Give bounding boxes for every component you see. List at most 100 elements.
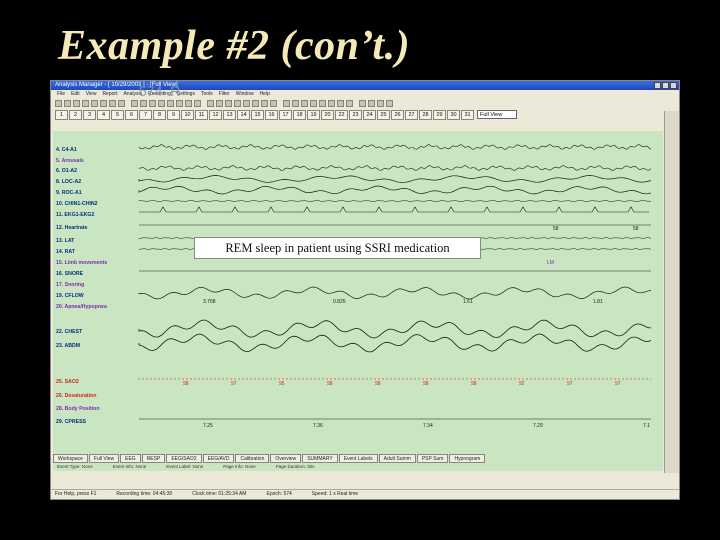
epoch-button-22[interactable]: 22 xyxy=(335,109,348,120)
epoch-button-12[interactable]: 12 xyxy=(209,109,222,120)
toolbar-icon[interactable] xyxy=(185,99,192,107)
epoch-button-10[interactable]: 10 xyxy=(181,109,194,120)
tab-calibration[interactable]: Calibration xyxy=(235,454,270,463)
toolbar-icon[interactable] xyxy=(270,99,277,107)
menu-item-report[interactable]: Report xyxy=(102,90,117,98)
epoch-button-25[interactable]: 25 xyxy=(377,109,390,120)
view-select[interactable]: Full View xyxy=(477,110,517,119)
toolbar-icon[interactable] xyxy=(176,99,183,107)
toolbar-icon[interactable] xyxy=(55,99,62,107)
epoch-button-4[interactable]: 4 xyxy=(97,109,110,120)
toolbar-icon[interactable] xyxy=(377,99,384,107)
tab-eeg-sao2[interactable]: EEG/SAO2 xyxy=(166,454,202,463)
epoch-button-20[interactable]: 20 xyxy=(321,109,334,120)
epoch-button-30[interactable]: 30 xyxy=(447,109,460,120)
epoch-button-2[interactable]: 2 xyxy=(69,109,82,120)
toolbar-icon[interactable] xyxy=(301,99,308,107)
tab-summary[interactable]: SUMMARY xyxy=(302,454,338,463)
toolbar-icon[interactable] xyxy=(216,99,223,107)
toolbar-icon[interactable] xyxy=(386,99,393,107)
epoch-button-5[interactable]: 5 xyxy=(111,109,124,120)
toolbar-icon[interactable] xyxy=(292,99,299,107)
menu-item-view[interactable]: View xyxy=(86,90,97,98)
toolbar-icon[interactable] xyxy=(131,99,138,107)
epoch-button-29[interactable]: 29 xyxy=(433,109,446,120)
eeg-trace xyxy=(138,144,651,150)
toolbar-icon[interactable] xyxy=(319,99,326,107)
epoch-button-14[interactable]: 14 xyxy=(237,109,250,120)
menu-item-window[interactable]: Window xyxy=(236,90,254,98)
epoch-button-24[interactable]: 24 xyxy=(363,109,376,120)
toolbar-icon[interactable] xyxy=(234,99,241,107)
toolbar-icon[interactable] xyxy=(261,99,268,107)
epoch-button-31[interactable]: 31 xyxy=(461,109,474,120)
toolbar-icon[interactable] xyxy=(194,99,201,107)
toolbar-icon[interactable] xyxy=(310,99,317,107)
toolbar-icon[interactable] xyxy=(243,99,250,107)
toolbar-icon[interactable] xyxy=(337,99,344,107)
menu-item-file[interactable]: File xyxy=(57,90,65,98)
tab-eeg[interactable]: EEG xyxy=(120,454,141,463)
epoch-button-9[interactable]: 9 xyxy=(167,109,180,120)
toolbar-icon[interactable] xyxy=(127,100,129,107)
tab-eeg-avd[interactable]: EEG/AVD xyxy=(202,454,235,463)
tab-full-view[interactable]: Full View xyxy=(88,454,120,463)
toolbar-icon[interactable] xyxy=(158,99,165,107)
toolbar-icon[interactable] xyxy=(355,100,357,107)
toolbar-icon[interactable] xyxy=(73,99,80,107)
toolbar-icon[interactable] xyxy=(207,99,214,107)
toolbar-icon[interactable] xyxy=(167,99,174,107)
tab-overview[interactable]: Overview xyxy=(270,454,302,463)
toolbar-icon[interactable] xyxy=(64,99,71,107)
minimize-icon[interactable] xyxy=(654,82,661,89)
sao2-dot xyxy=(146,378,148,380)
toolbar-icon[interactable] xyxy=(283,99,290,107)
toolbar-icon[interactable] xyxy=(149,99,156,107)
sao2-dot xyxy=(282,378,284,380)
toolbar-icon[interactable] xyxy=(91,99,98,107)
menu-item-help[interactable]: Help xyxy=(260,90,270,98)
toolbar-icon[interactable] xyxy=(328,99,335,107)
toolbar-icon[interactable] xyxy=(109,99,116,107)
epoch-button-27[interactable]: 27 xyxy=(405,109,418,120)
tab-adult-summ[interactable]: Adult Summ xyxy=(378,454,416,463)
toolbar-icon[interactable] xyxy=(100,99,107,107)
menu-item-tools[interactable]: Tools xyxy=(201,90,213,98)
epoch-button-19[interactable]: 19 xyxy=(307,109,320,120)
toolbar-icon[interactable] xyxy=(118,99,125,107)
vertical-scrollbar[interactable] xyxy=(664,111,679,473)
toolbar-icon[interactable] xyxy=(225,99,232,107)
toolbar-icon[interactable] xyxy=(346,99,353,107)
toolbar-icon[interactable] xyxy=(252,99,259,107)
epoch-button-1[interactable]: 1 xyxy=(55,109,68,120)
epoch-button-6[interactable]: 6 xyxy=(125,109,138,120)
epoch-button-26[interactable]: 26 xyxy=(391,109,404,120)
epoch-button-17[interactable]: 17 xyxy=(279,109,292,120)
toolbar-icon[interactable] xyxy=(82,99,89,107)
toolbar-icon[interactable] xyxy=(279,100,281,107)
epoch-button-16[interactable]: 16 xyxy=(265,109,278,120)
epoch-button-15[interactable]: 15 xyxy=(251,109,264,120)
tab-workspace[interactable]: Workspace xyxy=(53,454,88,463)
epoch-button-7[interactable]: 7 xyxy=(139,109,152,120)
toolbar-icon[interactable] xyxy=(203,100,205,107)
toolbar-icon[interactable] xyxy=(368,99,375,107)
toolbar-icon[interactable] xyxy=(359,99,366,107)
epoch-button-28[interactable]: 28 xyxy=(419,109,432,120)
epoch-button-23[interactable]: 23 xyxy=(349,109,362,120)
epoch-button-18[interactable]: 18 xyxy=(293,109,306,120)
epoch-button-8[interactable]: 8 xyxy=(153,109,166,120)
sao2-dot xyxy=(534,378,536,380)
tab-resp[interactable]: RESP xyxy=(141,454,166,463)
close-icon[interactable] xyxy=(670,82,677,89)
menu-item-edit[interactable]: Edit xyxy=(71,90,80,98)
epoch-button-11[interactable]: 11 xyxy=(195,109,208,120)
tab-event-labels[interactable]: Event Labels xyxy=(338,454,378,463)
epoch-button-13[interactable]: 13 xyxy=(223,109,236,120)
menu-item-filter[interactable]: Filter xyxy=(219,90,230,98)
maximize-icon[interactable] xyxy=(662,82,669,89)
tab-psp-sum[interactable]: PSP Sum xyxy=(416,454,449,463)
toolbar-icon[interactable] xyxy=(140,99,147,107)
tab-hypnogram[interactable]: Hypnogram xyxy=(449,454,486,463)
epoch-button-3[interactable]: 3 xyxy=(83,109,96,120)
